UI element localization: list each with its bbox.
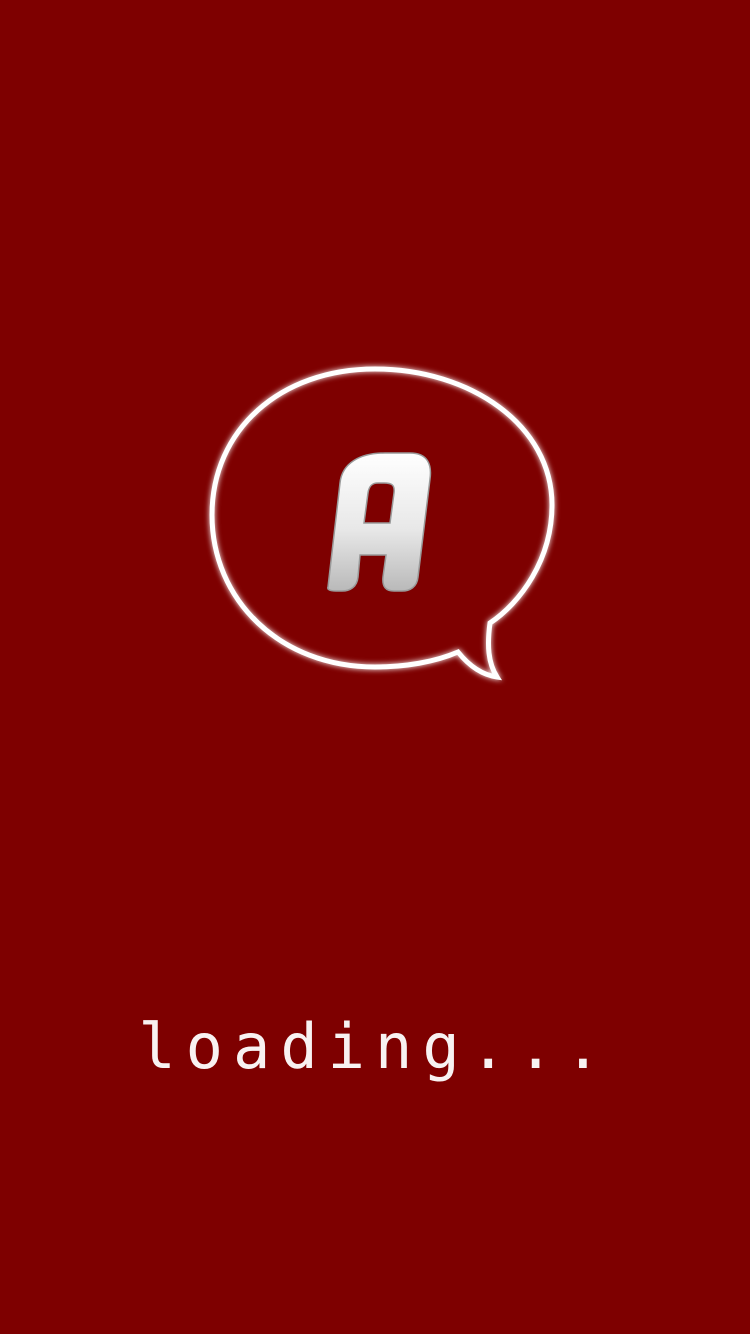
loading-label: loading... — [138, 1010, 612, 1083]
app-logo — [200, 355, 570, 695]
splash-screen: loading... — [0, 0, 750, 1334]
speech-bubble-icon — [209, 366, 555, 681]
logo-letter-a-icon — [327, 452, 432, 592]
